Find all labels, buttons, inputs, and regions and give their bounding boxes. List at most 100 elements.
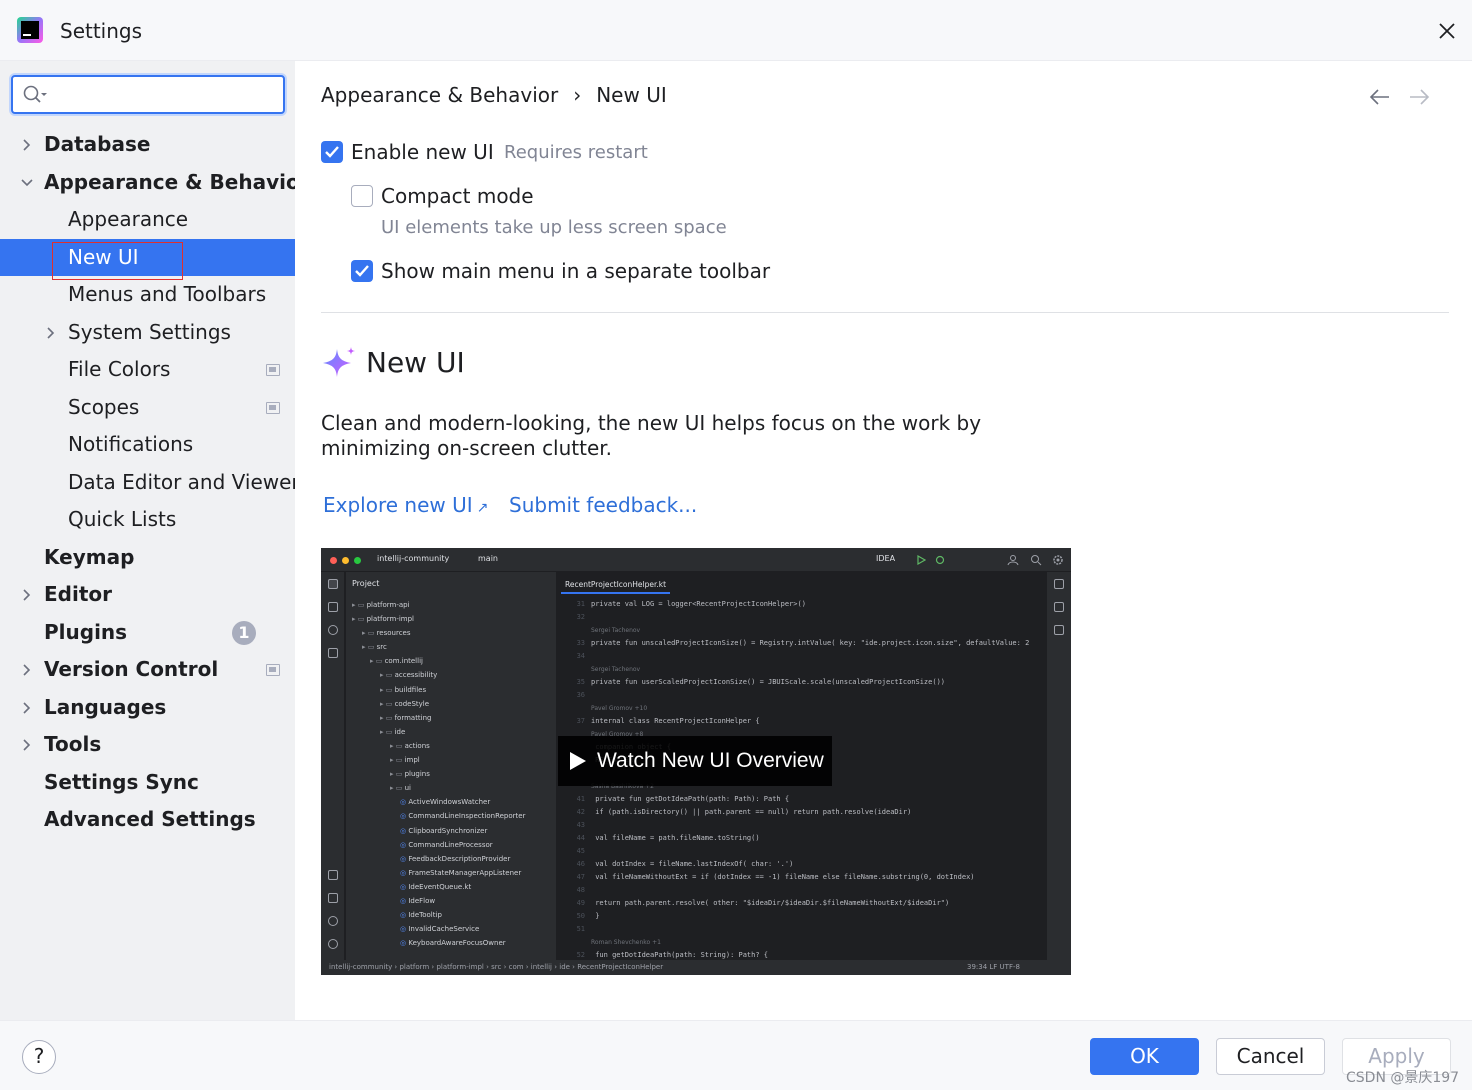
maven-icon bbox=[1054, 625, 1064, 635]
separate-toolbar-label[interactable]: Show main menu in a separate toolbar bbox=[381, 259, 770, 283]
requires-restart-hint: Requires restart bbox=[504, 142, 648, 163]
sidebar-item-label: Menus and Toolbars bbox=[68, 282, 267, 306]
ok-button[interactable]: OK bbox=[1090, 1038, 1199, 1075]
code-author: Sergei Tachenov bbox=[591, 627, 641, 634]
back-arrow-icon[interactable] bbox=[1368, 87, 1392, 107]
code-author: Roman Shevchenko +1 bbox=[591, 939, 661, 946]
code-text: fun getDotIdeaPath(path: String): Path? … bbox=[591, 951, 769, 959]
compact-mode-checkbox[interactable] bbox=[351, 185, 373, 207]
window-dot-green bbox=[354, 557, 361, 564]
preview-tree-row: ▸ ▭ platform-impl bbox=[346, 612, 556, 626]
search-icon bbox=[1031, 555, 1042, 566]
preview-left-toolstrip bbox=[321, 572, 345, 966]
sidebar-item-file-colors[interactable]: File Colors bbox=[0, 351, 295, 388]
git-icon bbox=[328, 916, 338, 926]
preview-tree-row: ▸ ▭ src bbox=[346, 640, 556, 654]
chevron-right-icon[interactable] bbox=[20, 663, 34, 677]
new-ui-preview-video[interactable]: intellij-community main IDEA Project ▸ ▭… bbox=[321, 548, 1071, 975]
commit-icon bbox=[328, 625, 338, 635]
search-icon bbox=[23, 85, 47, 103]
external-link-icon: ↗ bbox=[476, 500, 489, 516]
preview-tree-label: codeStyle bbox=[394, 699, 430, 708]
sidebar-item-advanced-settings[interactable]: Advanced Settings bbox=[0, 801, 295, 838]
chevron-right-icon[interactable] bbox=[44, 326, 58, 340]
sidebar-item-plugins[interactable]: Plugins 1 bbox=[0, 614, 295, 651]
sidebar-item-label: Scopes bbox=[68, 394, 140, 419]
sidebar-item-menus-and-toolbars[interactable]: Menus and Toolbars bbox=[0, 276, 295, 313]
folder-icon bbox=[328, 579, 338, 589]
sidebar-item-label: Keymap bbox=[44, 544, 135, 569]
sidebar-item-appearance[interactable]: Appearance bbox=[0, 201, 295, 238]
line-number: 32 bbox=[576, 613, 585, 621]
preview-tree-row: ▸ ▭ resources bbox=[346, 626, 556, 640]
sidebar-item-label: File Colors bbox=[68, 357, 171, 381]
sidebar-item-quick-lists[interactable]: Quick Lists bbox=[0, 501, 295, 538]
compact-mode-label[interactable]: Compact mode bbox=[381, 184, 534, 208]
code-text: private fun unscaledProjectIconSize() = … bbox=[591, 639, 1030, 647]
settings-search-input[interactable] bbox=[11, 75, 285, 114]
enable-new-ui-label[interactable]: Enable new UI bbox=[351, 140, 494, 164]
sidebar-item-data-editor-and-viewer[interactable]: Data Editor and Viewer bbox=[0, 464, 300, 501]
separate-toolbar-checkbox[interactable] bbox=[351, 260, 373, 282]
sidebar-item-version-control[interactable]: Version Control bbox=[0, 651, 295, 688]
chevron-right-icon[interactable] bbox=[20, 701, 34, 715]
preview-tree-row: ◎ IdeFlow bbox=[346, 894, 556, 908]
debug-icon bbox=[935, 555, 945, 565]
close-icon[interactable] bbox=[1432, 16, 1462, 46]
notifications-icon bbox=[1054, 579, 1064, 589]
sidebar-item-notifications[interactable]: Notifications bbox=[0, 426, 295, 463]
preview-tree-row: ▸ ▭ ui bbox=[346, 781, 556, 795]
line-number: 42 bbox=[576, 808, 585, 816]
chevron-right-icon[interactable] bbox=[20, 588, 34, 602]
selection-highlight-box bbox=[52, 242, 183, 280]
sidebar-item-scopes[interactable]: Scopes bbox=[0, 389, 295, 426]
code-line: 33 private fun unscaledProjectIconSize() … bbox=[557, 637, 1047, 650]
datagrip-logo-icon bbox=[17, 17, 43, 43]
window-dot-red bbox=[330, 557, 337, 564]
chevron-down-icon[interactable] bbox=[20, 176, 34, 190]
preview-tree-label: resources bbox=[376, 629, 411, 638]
sidebar-item-label: Database bbox=[44, 132, 151, 156]
preview-editor-tab: RecentProjectIconHelper.kt bbox=[561, 576, 671, 594]
folder-icon: ▸ ▭ bbox=[380, 727, 395, 736]
code-line: 44 val fileName = path.fileName.toString… bbox=[557, 832, 1047, 845]
code-text: } bbox=[591, 912, 600, 920]
preview-tree-row: ▸ ▭ ide bbox=[346, 725, 556, 739]
line-number: 50 bbox=[576, 912, 585, 920]
sidebar-item-label: Languages bbox=[44, 694, 167, 719]
chevron-right-icon[interactable] bbox=[20, 738, 34, 752]
forward-arrow-icon[interactable] bbox=[1407, 87, 1431, 107]
help-button[interactable]: ? bbox=[22, 1040, 56, 1074]
preview-status-path: intellij-community › platform › platform… bbox=[329, 963, 664, 971]
sidebar-item-database[interactable]: Database bbox=[0, 126, 295, 163]
preview-tree-row: ◎ ClipboardSynchronizer bbox=[346, 824, 556, 838]
preview-tree-label: plugins bbox=[404, 770, 430, 779]
sidebar-item-languages[interactable]: Languages bbox=[0, 689, 295, 726]
explore-new-ui-link[interactable]: Explore new UI ↗ bbox=[323, 493, 488, 517]
preview-tree-label: IdeEventQueue.kt bbox=[408, 882, 472, 891]
chevron-right-icon[interactable] bbox=[20, 138, 34, 152]
new-ui-description: Clean and modern-looking, the new UI hel… bbox=[321, 411, 982, 460]
line-number: 33 bbox=[576, 639, 585, 647]
preview-tree-row: ▸ ▭ actions bbox=[346, 739, 556, 753]
watch-overview-button[interactable]: Watch New UI Overview bbox=[558, 736, 832, 786]
preview-tree-row: ◎ CommandLineProcessor bbox=[346, 838, 556, 852]
preview-project-title: Project bbox=[352, 579, 380, 588]
sidebar-item-editor[interactable]: Editor bbox=[0, 576, 295, 613]
submit-feedback-link[interactable]: Submit feedback... bbox=[509, 493, 697, 517]
sidebar-item-label: Tools bbox=[44, 732, 102, 756]
enable-new-ui-checkbox[interactable] bbox=[321, 141, 343, 163]
sidebar-item-settings-sync[interactable]: Settings Sync bbox=[0, 764, 295, 801]
preview-tree-row: ◎ FrameStateManagerAppListener bbox=[346, 866, 556, 880]
sidebar-item-appearance-behavior[interactable]: Appearance & Behavior bbox=[0, 164, 310, 201]
preview-project-tree: ▸ ▭ platform-api ▸ ▭ platform-impl ▸ ▭ res… bbox=[346, 598, 556, 950]
sidebar-item-tools[interactable]: Tools bbox=[0, 726, 295, 763]
preview-tree-label: IdeFlow bbox=[408, 896, 436, 905]
sidebar-item-system-settings[interactable]: System Settings bbox=[0, 314, 295, 351]
sidebar-item-keymap[interactable]: Keymap bbox=[0, 539, 295, 576]
preview-tree-label: platform-impl bbox=[366, 615, 414, 624]
cancel-button[interactable]: Cancel bbox=[1216, 1038, 1325, 1075]
folder-icon: ▸ ▭ bbox=[352, 601, 367, 609]
window-dot-yellow bbox=[342, 557, 349, 564]
breadcrumb-parent[interactable]: Appearance & Behavior bbox=[321, 83, 558, 107]
